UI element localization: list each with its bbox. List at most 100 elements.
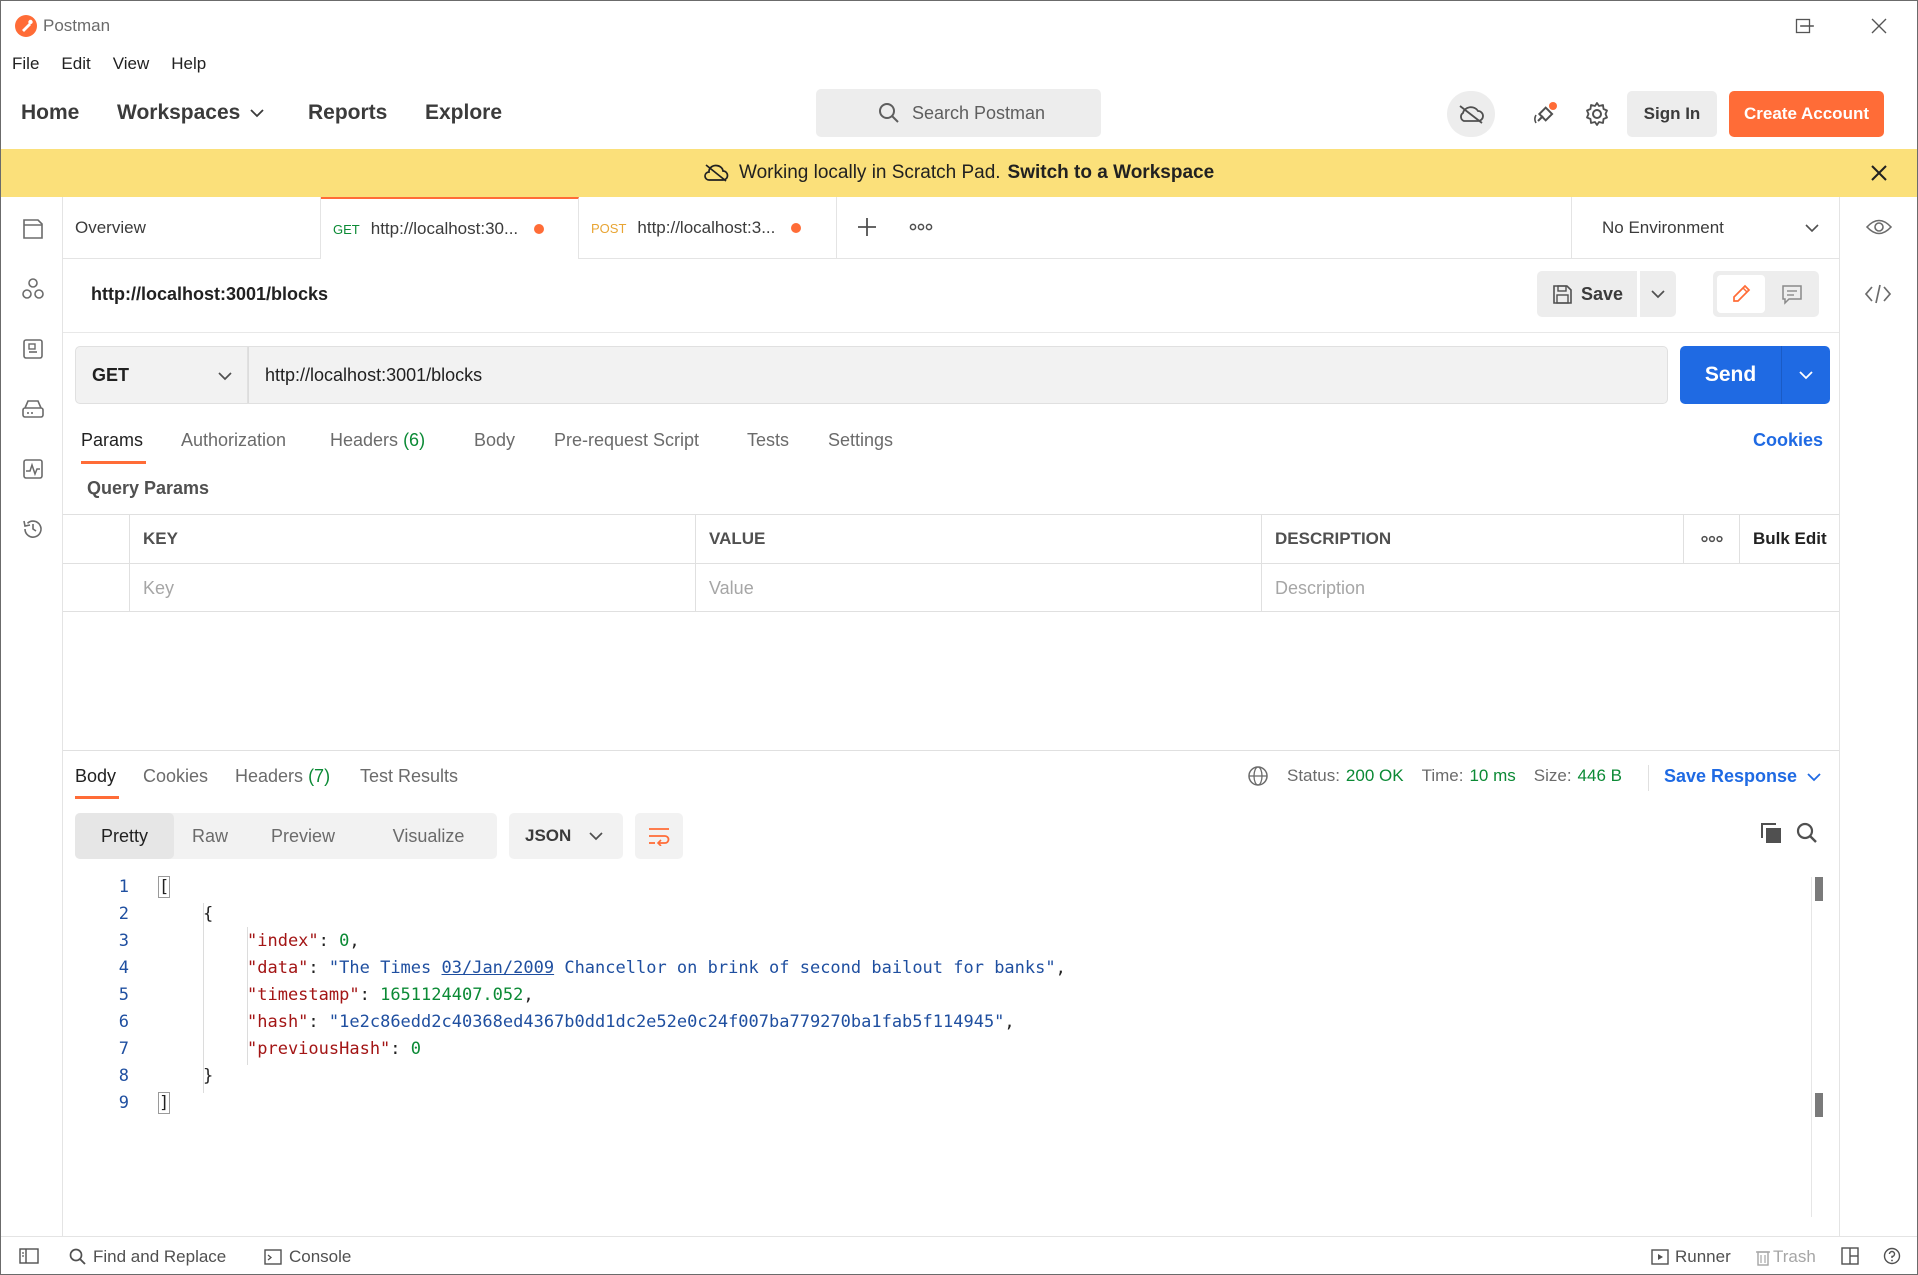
tab-get-blocks[interactable]: GET http://localhost:30...: [321, 197, 579, 259]
tab-tests[interactable]: Tests: [747, 430, 789, 451]
view-pretty[interactable]: Pretty: [75, 813, 174, 859]
time-label: Time:: [1421, 766, 1464, 785]
tab-prerequest-script[interactable]: Pre-request Script: [554, 430, 699, 451]
new-tab-button[interactable]: [857, 217, 877, 237]
line-number: 4: [118, 958, 129, 978]
environments-icon[interactable]: [21, 337, 45, 361]
gear-icon: [1584, 101, 1610, 127]
param-description-input[interactable]: Description: [1262, 564, 1839, 612]
trash-button[interactable]: Trash: [1755, 1247, 1816, 1267]
response-tab-headers[interactable]: Headers (7): [235, 766, 330, 787]
line-number: 6: [118, 1012, 129, 1032]
view-raw[interactable]: Raw: [174, 813, 246, 859]
menu-help[interactable]: Help: [160, 51, 217, 83]
tab-params[interactable]: Params: [81, 430, 143, 451]
http-method-select[interactable]: GET: [75, 346, 248, 404]
close-window-button[interactable]: [1871, 18, 1887, 34]
nav-home[interactable]: Home: [21, 101, 79, 125]
param-key-input[interactable]: Key: [130, 564, 696, 612]
request-response-splitter[interactable]: [63, 750, 1839, 751]
code-snippet-button[interactable]: [1864, 283, 1892, 305]
nav-reports[interactable]: Reports: [308, 101, 387, 125]
play-icon: [1651, 1248, 1669, 1266]
menu-edit[interactable]: Edit: [50, 51, 101, 83]
tab-authorization[interactable]: Authorization: [181, 430, 286, 451]
line-number: 9: [118, 1093, 129, 1113]
view-visualize[interactable]: Visualize: [360, 813, 497, 859]
help-button[interactable]: [1883, 1247, 1901, 1265]
json-string-date-link[interactable]: 03/Jan/2009: [442, 958, 555, 978]
mock-servers-icon[interactable]: [21, 397, 45, 421]
environment-quick-look-button[interactable]: [1866, 217, 1892, 237]
menu-bar: File Edit View Help: [1, 51, 217, 83]
trash-label: Trash: [1773, 1247, 1816, 1266]
tab-options-button[interactable]: [909, 223, 933, 231]
wrap-lines-button[interactable]: [635, 813, 683, 859]
divider: [1781, 346, 1782, 404]
edit-mode-button[interactable]: [1717, 275, 1765, 313]
two-pane-view-button[interactable]: [1841, 1247, 1859, 1265]
switch-workspace-link[interactable]: Switch to a Workspace: [1008, 162, 1215, 184]
console-button[interactable]: Console: [264, 1247, 351, 1267]
find-replace-button[interactable]: Find and Replace: [69, 1247, 226, 1267]
time-value[interactable]: 10 ms: [1469, 766, 1515, 786]
tab-headers[interactable]: Headers (6): [330, 430, 425, 451]
response-tab-test-results[interactable]: Test Results: [360, 766, 458, 787]
param-value-input[interactable]: Value: [696, 564, 1262, 612]
settings-button[interactable]: [1577, 91, 1617, 137]
collections-icon[interactable]: [21, 217, 45, 241]
close-banner-button[interactable]: [1871, 165, 1887, 181]
column-options-button[interactable]: [1684, 515, 1740, 563]
menu-view[interactable]: View: [102, 51, 161, 83]
search-input[interactable]: Search Postman: [816, 89, 1101, 137]
response-tab-body[interactable]: Body: [75, 766, 116, 787]
request-name[interactable]: http://localhost:3001/blocks: [91, 284, 328, 305]
toggle-sidebar-button[interactable]: [19, 1247, 39, 1265]
search-response-button[interactable]: [1795, 821, 1819, 845]
value-placeholder: Value: [709, 577, 754, 598]
save-button[interactable]: Save: [1537, 271, 1637, 317]
bulk-edit-button[interactable]: Bulk Edit: [1740, 515, 1839, 563]
send-button[interactable]: Send: [1680, 346, 1781, 404]
send-options-button[interactable]: [1782, 346, 1830, 404]
save-response-button[interactable]: Save Response: [1664, 766, 1821, 787]
sync-status-button[interactable]: [1447, 91, 1495, 137]
url-input[interactable]: http://localhost:3001/blocks: [248, 346, 1668, 404]
size-value[interactable]: 446 B: [1578, 766, 1622, 786]
response-body-editor[interactable]: 1 2 3 4 5 6 7 8 9 [ { "index": 0, "data"…: [63, 876, 1812, 1217]
cookies-link[interactable]: Cookies: [1753, 430, 1823, 451]
response-format-select[interactable]: JSON: [509, 813, 623, 859]
tab-settings[interactable]: Settings: [828, 430, 893, 451]
apis-icon[interactable]: [21, 277, 45, 301]
runner-button[interactable]: Runner: [1651, 1247, 1731, 1267]
tab-overview[interactable]: Overview: [63, 197, 321, 259]
tab-body[interactable]: Body: [474, 430, 515, 451]
save-options-button[interactable]: [1640, 271, 1676, 317]
response-view-selector: Pretty Raw Preview Visualize: [75, 813, 497, 859]
capture-requests-button[interactable]: [1525, 91, 1565, 137]
comments-button[interactable]: [1769, 275, 1815, 313]
environment-selector[interactable]: No Environment: [1571, 197, 1839, 259]
editor-scrollbar-track[interactable]: [1811, 877, 1812, 1217]
view-preview[interactable]: Preview: [246, 813, 360, 859]
tab-method-post: POST: [591, 220, 627, 236]
app-header: Home Workspaces Reports Explore Search P…: [1, 83, 1917, 149]
monitors-icon[interactable]: [21, 457, 45, 481]
request-tabs-bar: Overview GET http://localhost:30... POST…: [63, 197, 1839, 259]
http-method-value: GET: [92, 364, 130, 385]
nav-workspaces[interactable]: Workspaces: [117, 101, 264, 125]
maximize-window-button[interactable]: [1795, 18, 1811, 34]
status-label: Status:: [1287, 766, 1340, 785]
chevron-down-icon: [1807, 772, 1821, 782]
status-value[interactable]: 200 OK: [1346, 766, 1404, 786]
description-placeholder: Description: [1275, 577, 1366, 598]
menu-file[interactable]: File: [1, 51, 50, 83]
sign-in-button[interactable]: Sign In: [1627, 91, 1717, 137]
create-account-button[interactable]: Create Account: [1729, 91, 1884, 137]
nav-explore[interactable]: Explore: [425, 101, 502, 125]
copy-response-button[interactable]: [1759, 821, 1783, 845]
tab-post-request[interactable]: POST http://localhost:3...: [579, 197, 837, 259]
response-tab-cookies[interactable]: Cookies: [143, 766, 208, 787]
scrollbar-match-marker: [1815, 877, 1823, 901]
history-icon[interactable]: [21, 517, 45, 541]
